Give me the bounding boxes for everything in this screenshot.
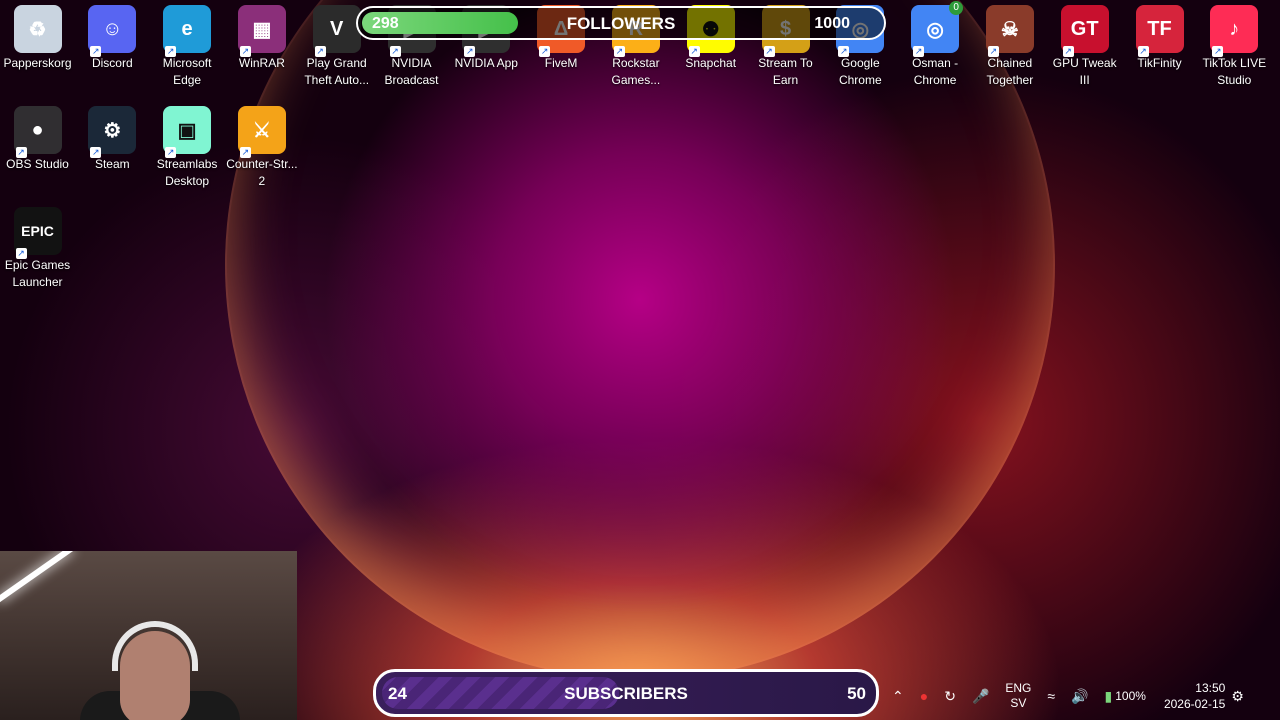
- desktop-icon-label: Play Grand Theft Auto...: [304, 56, 370, 87]
- shortcut-arrow-icon: ↗: [1212, 46, 1224, 57]
- notification-badge: 0: [949, 1, 964, 15]
- shortcut-arrow-icon: ↗: [913, 46, 925, 57]
- system-tray: ⌃ ● ↻ 🎤 ENG SV ≈ 🔊 ▮ 100% 13:50 2026-02-…: [884, 672, 1244, 720]
- followers-goal-bar: 298 FOLLOWERS 1000: [356, 6, 886, 40]
- desktop-icon-tiktok-live[interactable]: ♪ ↗ TikTok LIVE Studio: [1197, 5, 1272, 89]
- shortcut-arrow-icon: ↗: [90, 147, 102, 158]
- sync-icon[interactable]: ↻: [944, 688, 956, 705]
- desktop-icon-chrome-profile[interactable]: ◎ ↗ 0 Osman - Chrome: [898, 1, 973, 89]
- gta-v-icon: V ↗: [312, 5, 361, 57]
- desktop-icon-label: NVIDIA App: [454, 56, 518, 70]
- subscribers-goal-bar: 24 SUBSCRIBERS 50: [373, 669, 879, 717]
- tiktok-live-icon: ♪ ↗: [1210, 5, 1259, 57]
- followers-title: FOLLOWERS: [566, 14, 676, 33]
- tray-app-icon[interactable]: ●: [920, 688, 928, 704]
- webcam-feed: [0, 551, 297, 720]
- shortcut-arrow-icon: ↗: [314, 46, 326, 57]
- desktop-icon-label: Steam: [94, 157, 130, 171]
- desktop-icon-steam[interactable]: ⚙ ↗ Steam: [75, 106, 150, 173]
- battery-icon[interactable]: ▮: [1105, 688, 1113, 705]
- desktop-icon-tikfinity[interactable]: TF ↗ TikFinity: [1122, 5, 1197, 72]
- desktop-icon-label: TikFinity: [1137, 56, 1182, 70]
- shortcut-arrow-icon: ↗: [763, 46, 775, 57]
- desktop-icon-label: Microsoft Edge: [162, 56, 212, 87]
- desktop-icon-gpu-tweak[interactable]: GT ↗ GPU Tweak III: [1047, 5, 1122, 89]
- shortcut-arrow-icon: ↗: [15, 248, 27, 259]
- edge-icon: e ↗: [163, 5, 212, 57]
- language-indicator[interactable]: ENG SV: [1005, 681, 1031, 711]
- shortcut-arrow-icon: ↗: [1137, 46, 1149, 57]
- epic-games-icon: EPIC ↗: [13, 207, 62, 259]
- desktop-icon-label: FiveM: [544, 56, 578, 70]
- shortcut-arrow-icon: ↗: [987, 46, 999, 57]
- wifi-icon[interactable]: ≈: [1047, 688, 1055, 704]
- shortcut-arrow-icon: ↗: [464, 46, 476, 57]
- desktop-icon-cs2[interactable]: ⚔ ↗ Counter-Str... 2: [224, 106, 299, 190]
- steam-icon: ⚙ ↗: [88, 106, 137, 158]
- microphone-icon[interactable]: 🎤: [972, 688, 989, 705]
- gpu-tweak-icon: GT ↗: [1060, 5, 1109, 57]
- desktop-icon-label: TikTok LIVE Studio: [1202, 56, 1267, 87]
- clock-time: 13:50: [1195, 681, 1226, 695]
- desktop-icon-discord[interactable]: ☺ ↗ Discord: [75, 5, 150, 72]
- wallpaper-ring: [225, 0, 1055, 680]
- desktop-icon-label: Discord: [91, 56, 133, 70]
- clock-date: 2026-02-15: [1163, 697, 1226, 711]
- shortcut-arrow-icon: ↗: [688, 46, 700, 57]
- chevron-up-icon[interactable]: ⌃: [892, 688, 904, 705]
- desktop-icon-label: Counter-Str... 2: [226, 157, 298, 188]
- recycle-bin-icon: ♻: [13, 5, 62, 53]
- shortcut-arrow-icon: ↗: [838, 46, 850, 57]
- desktop-icon-edge[interactable]: e ↗ Microsoft Edge: [150, 5, 225, 89]
- notifications-icon[interactable]: ⚙: [1231, 688, 1244, 705]
- language-top: ENG: [1005, 681, 1032, 695]
- shortcut-arrow-icon: ↗: [613, 46, 625, 57]
- desktop-icon-streamlabs[interactable]: ▣ ↗ Streamlabs Desktop: [150, 106, 225, 190]
- desktop-icon-winrar[interactable]: ▦ ↗ WinRAR: [224, 5, 299, 72]
- desktop-icon-label: Stream To Earn: [758, 56, 813, 87]
- shortcut-arrow-icon: ↗: [239, 46, 251, 57]
- shortcut-arrow-icon: ↗: [1062, 46, 1074, 57]
- subscribers-title: SUBSCRIBERS: [564, 684, 688, 703]
- shortcut-arrow-icon: ↗: [90, 46, 102, 57]
- desktop-icon-recycle-bin[interactable]: ♻ Papperskorg: [0, 5, 75, 72]
- obs-icon: ● ↗: [13, 106, 62, 158]
- desktop-icon-label: Epic Games Launcher: [4, 258, 71, 289]
- desktop-icon-label: Snapchat: [685, 56, 737, 70]
- shortcut-arrow-icon: ↗: [165, 46, 177, 57]
- cs2-icon: ⚔ ↗: [237, 106, 286, 158]
- shortcut-arrow-icon: ↗: [389, 46, 401, 57]
- desktop-icon-label: Streamlabs Desktop: [156, 157, 218, 188]
- clock[interactable]: 13:50 2026-02-15: [1164, 680, 1225, 712]
- desktop-icon-obs[interactable]: ● ↗ OBS Studio: [0, 106, 75, 173]
- desktop-icon-label: Papperskorg: [3, 56, 72, 70]
- volume-icon[interactable]: 🔊: [1071, 688, 1088, 705]
- desktop-icon-label: GPU Tweak III: [1052, 56, 1117, 87]
- tikfinity-icon: TF ↗: [1135, 5, 1184, 57]
- shortcut-arrow-icon: ↗: [239, 147, 251, 158]
- desktop-icon-label: Osman - Chrome: [912, 56, 959, 87]
- desktop-icon-label: Rockstar Games...: [611, 56, 661, 87]
- subscribers-goal: 50: [847, 684, 866, 703]
- shortcut-arrow-icon: ↗: [15, 147, 27, 158]
- discord-icon: ☺ ↗: [88, 5, 137, 57]
- shortcut-arrow-icon: ↗: [539, 46, 551, 57]
- streamlabs-icon: ▣ ↗: [163, 106, 212, 158]
- winrar-icon: ▦ ↗: [237, 5, 286, 57]
- language-bottom: SV: [1010, 696, 1027, 710]
- shortcut-arrow-icon: ↗: [165, 147, 177, 158]
- chrome-profile-icon: ◎ ↗ 0: [911, 1, 964, 57]
- headset: [112, 621, 198, 671]
- desktop-icon-label: Chained Together: [986, 56, 1034, 87]
- chained-together-icon: ☠ ↗: [985, 5, 1034, 57]
- desktop-icon-label: OBS Studio: [6, 157, 69, 171]
- desktop-icon-epic-games[interactable]: EPIC ↗ Epic Games Launcher: [0, 207, 75, 291]
- followers-goal: 1000: [814, 15, 850, 32]
- desktop-icon-label: WinRAR: [238, 56, 285, 70]
- desktop-icon-chained-together[interactable]: ☠ ↗ Chained Together: [972, 5, 1047, 89]
- desktop-icon-label: NVIDIA Broadcast: [384, 56, 439, 87]
- battery-percent: 100%: [1115, 689, 1146, 703]
- desktop-icon-label: Google Chrome: [838, 56, 882, 87]
